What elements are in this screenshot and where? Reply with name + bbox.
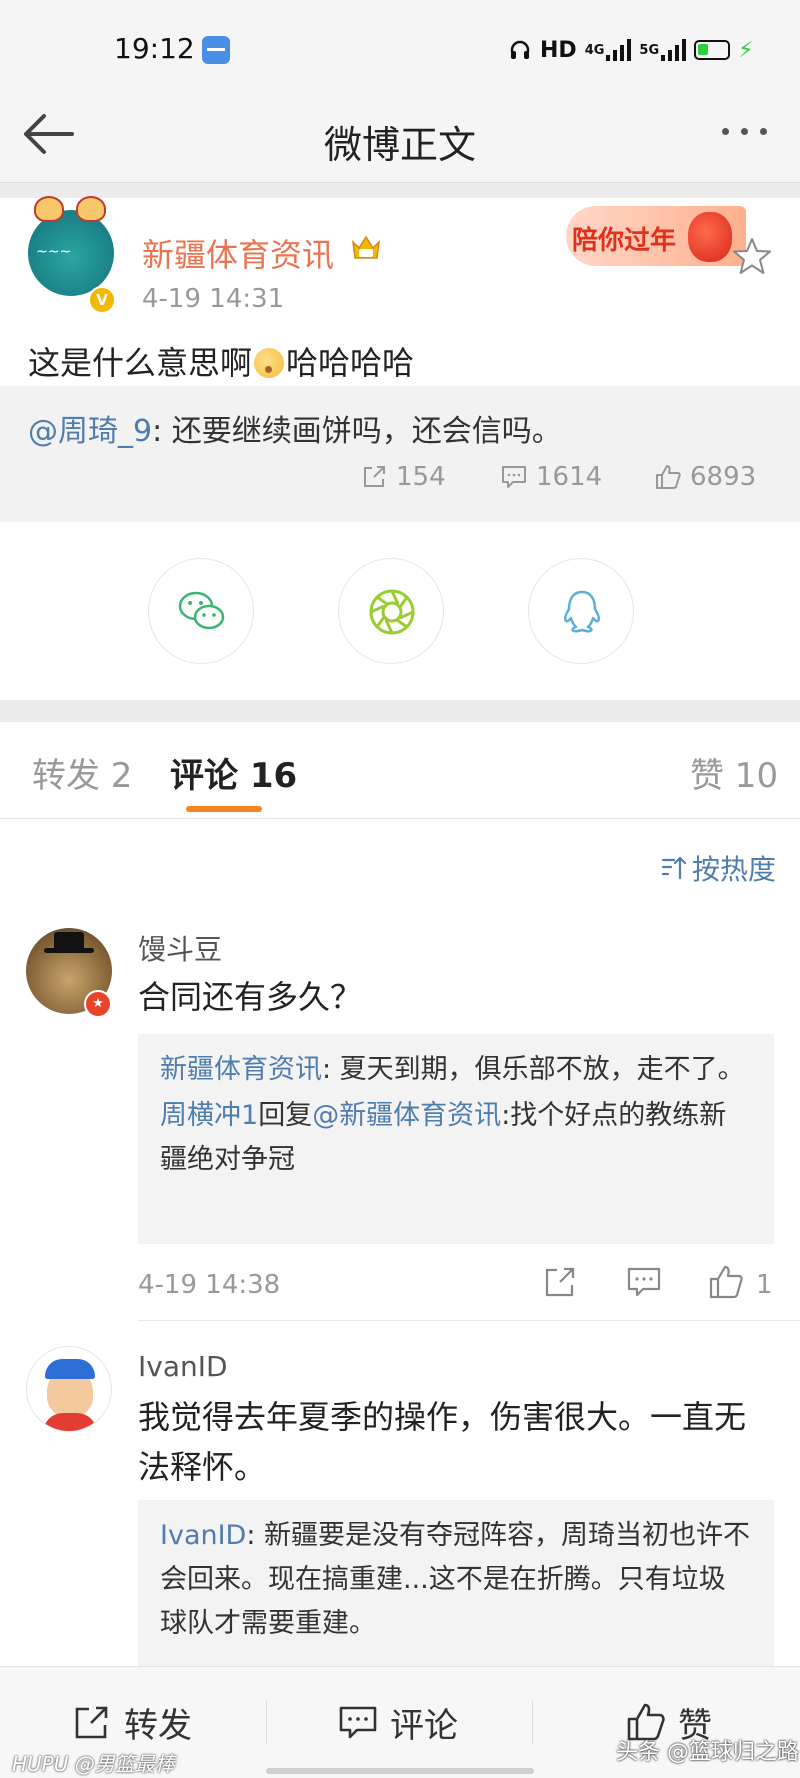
cartoon-cow-icon [34, 196, 64, 222]
home-indicator[interactable] [266, 1768, 534, 1774]
repost-count[interactable]: 154 [360, 460, 446, 494]
reply-item: 周横冲1回复@新疆体育资讯:找个好点的教练新疆绝对争冠 [160, 1094, 752, 1182]
comment-timestamp: 4-19 14:38 [138, 1270, 281, 1300]
post-text-part1: 这是什么意思啊 [28, 344, 253, 382]
active-tab-indicator [186, 806, 262, 812]
tab-reposts[interactable]: 转发 2 [32, 748, 132, 797]
reply-text: : 夏天到期，俱乐部不放，走不了。 [322, 1054, 745, 1085]
author-name[interactable]: 新疆体育资讯 [142, 230, 334, 276]
comment-count[interactable]: 1614 [500, 460, 602, 494]
repost-count-value: 154 [396, 462, 446, 492]
bottom-comment-label: 评论 [390, 1705, 458, 1746]
comment-like-count: 1 [756, 1270, 773, 1300]
commenter-avatar[interactable] [26, 1346, 112, 1432]
post-text: 这是什么意思啊 哈哈哈哈 [28, 338, 414, 384]
lantern-icon [688, 212, 732, 262]
like-count[interactable]: 6893 [654, 460, 756, 494]
favorite-star-icon[interactable] [732, 236, 772, 276]
post-text-part2: 哈哈哈哈 [286, 344, 415, 382]
divider [138, 1320, 800, 1321]
battery-icon [694, 40, 731, 60]
reply-author[interactable]: IvanID [160, 1520, 246, 1551]
bottom-repost-button[interactable]: 转发 [72, 1700, 192, 1746]
mention-link[interactable]: @新疆体育资讯 [312, 1100, 501, 1131]
top-hat-icon [44, 932, 94, 953]
vip-crown-icon [351, 235, 381, 259]
separator [532, 1700, 533, 1744]
separator [266, 1700, 267, 1744]
comment-icon [502, 466, 526, 488]
comment-text: 我觉得去年夏季的操作，伤害很大。一直无法释怀。 [138, 1398, 747, 1486]
hd-indicator: HD [540, 37, 577, 63]
watermark-left: HUPU @男篮最棒 [12, 1752, 175, 1776]
status-time: 19:12 [114, 32, 195, 65]
moments-icon [369, 589, 415, 635]
reply-item: IvanID: 新疆要是没有夺冠阵容，周琦当初也许不会回来。现在搞重建...这不… [160, 1514, 752, 1646]
network-5g-label: 5G [639, 42, 660, 58]
member-badge-icon: ★ [84, 990, 112, 1018]
more-options-icon[interactable] [722, 128, 767, 135]
author-avatar[interactable]: ~~~ [28, 196, 114, 296]
charging-icon: ⚡ [738, 37, 754, 63]
repost-icon [75, 1706, 108, 1739]
comment-share-icon[interactable] [542, 1264, 578, 1300]
signal-icon [606, 39, 632, 61]
thinking-emoji-icon [254, 348, 285, 378]
original-post-content: : 还要继续画饼吗，还会信吗。 [152, 414, 562, 449]
comment-like-icon[interactable] [708, 1264, 744, 1300]
thumbs-up-icon [656, 465, 681, 489]
tab-comments[interactable]: 评论 16 [170, 748, 297, 797]
network-4g-label: 4G [584, 42, 605, 58]
sort-by-hot-button[interactable]: 按热度 [660, 848, 776, 888]
commenter-name[interactable]: 馒斗豆 [138, 928, 222, 968]
cartoon-cow-icon [76, 196, 106, 222]
like-count-value: 6893 [690, 462, 757, 492]
cap-icon [45, 1359, 95, 1379]
comment-count-value: 1614 [536, 462, 603, 492]
shirt-icon [43, 1413, 97, 1431]
reply-label: 回复 [258, 1100, 313, 1131]
divider [0, 182, 800, 198]
festival-badge-label: 陪你过年 [572, 226, 677, 256]
comment-replies-box[interactable]: 新疆体育资讯: 夏天到期，俱乐部不放，走不了。 周横冲1回复@新疆体育资讯:找个… [138, 1034, 774, 1244]
page-title: 微博正文 [323, 123, 476, 167]
signal-icon-2 [661, 39, 687, 61]
bottom-comment-button[interactable]: 评论 [338, 1700, 458, 1746]
qq-icon [563, 590, 601, 633]
verified-badge-icon: V [88, 286, 116, 314]
commenter-name[interactable]: IvanID [138, 1350, 228, 1383]
share-wechat-button[interactable] [148, 558, 254, 664]
comment-text: 合同还有多久？ [138, 978, 363, 1016]
sort-label: 按热度 [692, 853, 777, 886]
headphone-icon [510, 40, 530, 59]
mention-link[interactable]: @周琦_9 [28, 414, 152, 449]
status-icons: HD 4G 5G ⚡ [508, 34, 754, 66]
tab-likes[interactable]: 赞 10 [690, 748, 778, 797]
original-post-text: @周琦_9: 还要继续画饼吗，还会信吗。 [28, 406, 562, 450]
reply-text: : 新疆要是没有夺冠阵容，周琦当初也许不会回来。现在搞重建...这不是在折腾。只… [160, 1520, 751, 1639]
reply-author[interactable]: 新疆体育资讯 [160, 1054, 322, 1085]
divider [0, 700, 800, 722]
share-moments-button[interactable] [338, 558, 444, 664]
post-timestamp: 4-19 14:31 [142, 284, 285, 314]
divider [0, 818, 800, 819]
reply-item: 新疆体育资讯: 夏天到期，俱乐部不放，走不了。 [160, 1048, 752, 1092]
comment-reply-icon[interactable] [626, 1264, 662, 1300]
sort-icon [661, 856, 687, 880]
bottom-repost-label: 转发 [124, 1705, 192, 1746]
avatar-logo: ~~~ [36, 244, 72, 260]
share-icon [364, 466, 385, 487]
wechat-icon [178, 591, 225, 630]
app-notification-icon [202, 36, 230, 64]
reply-author[interactable]: 周横冲1 [160, 1100, 258, 1131]
comment-icon [339, 1706, 377, 1739]
share-qq-button[interactable] [528, 558, 634, 664]
watermark-right: 头条 @篮球归之路 [616, 1740, 799, 1765]
